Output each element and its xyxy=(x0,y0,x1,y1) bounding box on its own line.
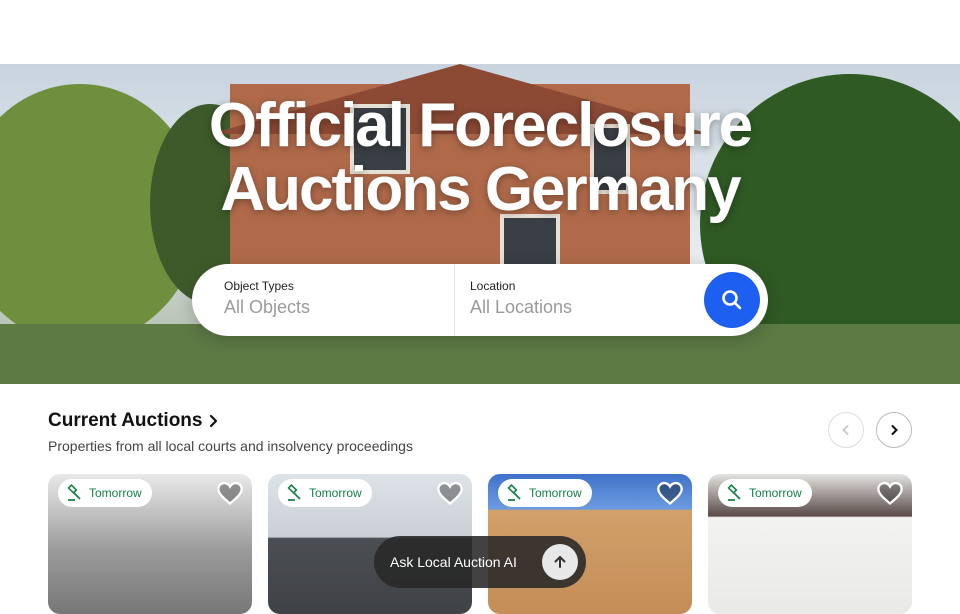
gavel-icon xyxy=(67,484,81,501)
search-icon xyxy=(722,290,742,310)
location-value[interactable]: All Locations xyxy=(470,297,700,318)
carousel-prev-button[interactable] xyxy=(828,412,864,448)
object-types-field[interactable]: Object Types All Objects xyxy=(224,264,454,336)
hero-title-line1: Official Foreclosure xyxy=(208,91,753,160)
search-button[interactable] xyxy=(704,272,760,328)
chevron-right-icon xyxy=(210,414,218,428)
hero-title-line2: Auctions Germany xyxy=(220,155,741,224)
gavel-icon xyxy=(727,484,741,501)
date-badge: Tomorrow xyxy=(58,479,152,507)
object-types-label: Object Types xyxy=(224,279,294,293)
location-field[interactable]: Location All Locations xyxy=(470,264,700,336)
chevron-right-icon xyxy=(891,425,898,435)
carousel-next-button[interactable] xyxy=(876,412,912,448)
ask-ai-button[interactable]: Ask Local Auction AI xyxy=(374,536,586,588)
date-badge-label: Tomorrow xyxy=(749,486,802,500)
search-divider xyxy=(454,264,455,336)
gavel-icon xyxy=(287,484,301,501)
search-bar: Object Types All Objects Location All Lo… xyxy=(192,264,768,336)
arrow-up-icon xyxy=(554,556,566,568)
date-badge-label: Tomorrow xyxy=(89,486,142,500)
top-bar xyxy=(0,0,960,64)
section-title: Current Auctions xyxy=(48,410,203,431)
section-title-link[interactable]: Current Auctions xyxy=(48,410,912,432)
location-label: Location xyxy=(470,279,516,293)
object-types-value[interactable]: All Objects xyxy=(224,297,454,318)
heart-icon[interactable] xyxy=(436,479,464,507)
heart-icon[interactable] xyxy=(876,479,904,507)
hero-title: Official Foreclosure Auctions Germany xyxy=(0,94,960,222)
date-badge: Tomorrow xyxy=(718,479,812,507)
current-auctions-section: Current Auctions Properties from all loc… xyxy=(48,410,912,454)
date-badge: Tomorrow xyxy=(278,479,372,507)
chevron-left-icon xyxy=(842,425,849,435)
section-subtitle: Properties from all local courts and ins… xyxy=(48,438,413,454)
heart-icon[interactable] xyxy=(656,479,684,507)
auction-card[interactable]: Tomorrow xyxy=(48,474,252,614)
ask-ai-submit[interactable] xyxy=(542,544,578,580)
gavel-icon xyxy=(507,484,521,501)
hero-banner: Official Foreclosure Auctions Germany Ob… xyxy=(0,64,960,384)
date-badge-label: Tomorrow xyxy=(529,486,582,500)
date-badge-label: Tomorrow xyxy=(309,486,362,500)
date-badge: Tomorrow xyxy=(498,479,592,507)
ask-ai-label: Ask Local Auction AI xyxy=(390,554,517,570)
auction-card[interactable]: Tomorrow xyxy=(708,474,912,614)
heart-icon[interactable] xyxy=(216,479,244,507)
